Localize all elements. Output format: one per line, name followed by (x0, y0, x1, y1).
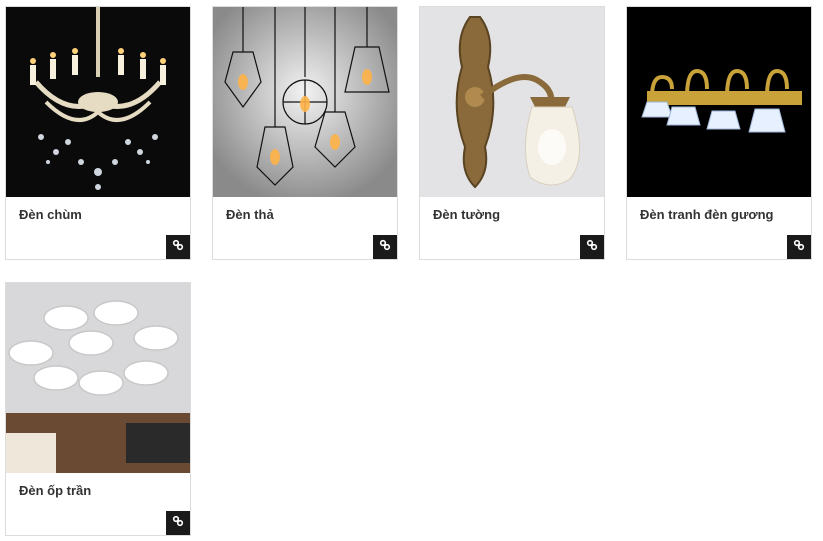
pendant-lamp-image[interactable] (213, 7, 397, 197)
link-button[interactable] (373, 235, 397, 259)
category-card-den-tuong[interactable]: Đèn tường (419, 6, 605, 260)
category-title[interactable]: Đèn tường (433, 207, 500, 222)
wall-lamp-image[interactable] (420, 7, 604, 197)
link-button[interactable] (787, 235, 811, 259)
category-title[interactable]: Đèn chùm (19, 207, 82, 222)
link-button[interactable] (166, 511, 190, 535)
category-card-den-op-tran[interactable]: Đèn ốp trần (5, 282, 191, 536)
link-icon (379, 238, 391, 256)
ceiling-lamp-image[interactable] (6, 283, 190, 473)
category-card-den-tha[interactable]: Đèn thả (212, 6, 398, 260)
category-title[interactable]: Đèn thả (226, 207, 274, 222)
category-title[interactable]: Đèn ốp trần (19, 483, 91, 498)
mirror-lamp-image[interactable] (627, 7, 811, 197)
link-button[interactable] (166, 235, 190, 259)
category-title[interactable]: Đèn tranh đèn gương (640, 207, 774, 222)
link-icon (172, 514, 184, 532)
link-button[interactable] (580, 235, 604, 259)
category-card-den-chum[interactable]: Đèn chùm (5, 6, 191, 260)
link-icon (172, 238, 184, 256)
category-card-den-tranh-den-guong[interactable]: Đèn tranh đèn gương (626, 6, 812, 260)
chandelier-image[interactable] (6, 7, 190, 197)
link-icon (793, 238, 805, 256)
link-icon (586, 238, 598, 256)
